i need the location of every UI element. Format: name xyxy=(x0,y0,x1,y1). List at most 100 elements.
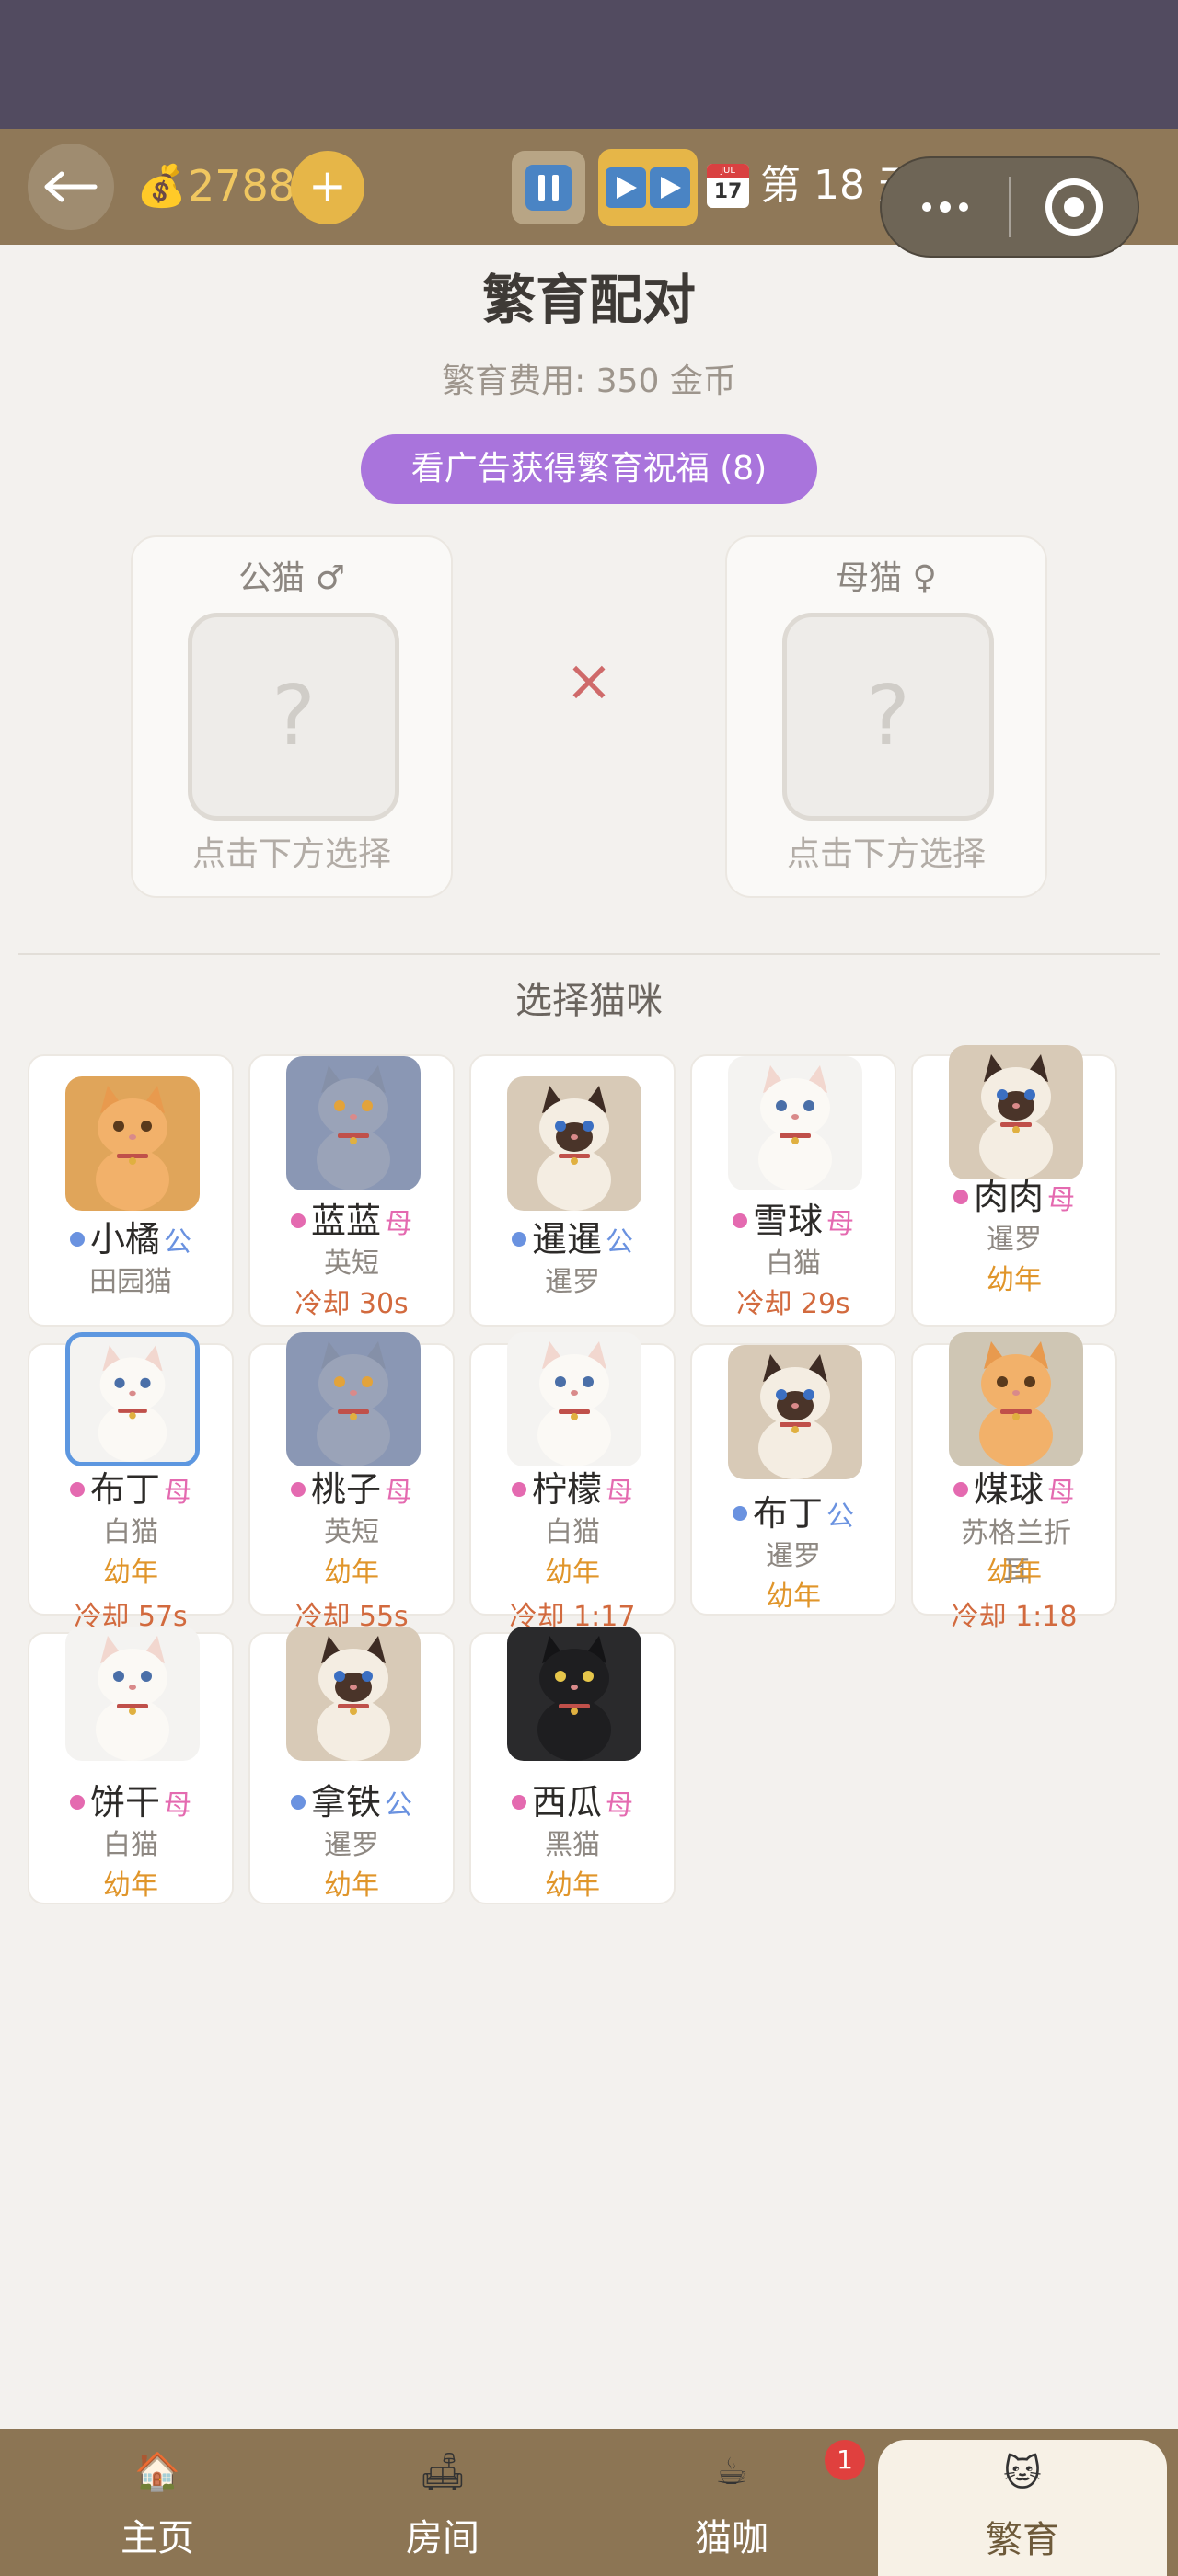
cat-avatar xyxy=(728,1056,862,1190)
cat-card[interactable]: 小橘公田园猫 xyxy=(28,1054,234,1327)
nav-item-cafe[interactable]: ☕ 猫咖 xyxy=(626,2429,837,2576)
cat-breed: 白猫 xyxy=(103,1829,158,1861)
cat-card[interactable]: 暹暹公暹罗 xyxy=(469,1054,676,1327)
cat-age: 幼年 xyxy=(766,1581,821,1613)
cat-gender: 母 xyxy=(826,1208,854,1240)
female-slot[interactable]: 母猫 ♀ ? 点击下方选择 xyxy=(725,535,1047,898)
room-icon: 🛋 xyxy=(419,2451,467,2493)
select-cat-title: 选择猫咪 xyxy=(515,980,663,1022)
cat-name: 桃子母 xyxy=(250,1466,453,1516)
nav-item-breeding[interactable]: 🐱 繁育 xyxy=(878,2440,1167,2576)
cat-age: 幼年 xyxy=(103,1869,158,1902)
cat-breed: 暹罗 xyxy=(324,1829,379,1861)
breeding-icon: 🐱 xyxy=(1003,2453,1042,2495)
male-slot[interactable]: 公猫 ♂ ? 点击下方选择 xyxy=(131,535,453,898)
nav-label: 猫咖 xyxy=(695,2517,768,2559)
cat-card[interactable]: 西瓜母黑猫 幼年 xyxy=(469,1627,676,1904)
nav-label: 房间 xyxy=(406,2517,479,2559)
cat-avatar xyxy=(286,1627,421,1761)
cat-name: 拿铁公 xyxy=(250,1779,453,1829)
cat-name: 肉肉母 xyxy=(913,1174,1115,1224)
money-bag-icon: 💰 xyxy=(136,163,187,210)
cat-avatar xyxy=(65,1332,200,1466)
cafe-icon: ☕ xyxy=(715,2451,748,2493)
cat-avatar xyxy=(65,1076,200,1211)
cat-name: 煤球母 xyxy=(913,1466,1115,1516)
cat-card[interactable]: 肉肉母暹罗 幼年 xyxy=(911,1045,1117,1327)
divider xyxy=(18,953,1160,955)
play-icon xyxy=(606,167,646,208)
cat-gender: 母 xyxy=(606,1789,633,1822)
close-miniprogram-button[interactable] xyxy=(1011,178,1138,236)
cat-card[interactable]: 布丁母白猫 幼年 冷却 57s xyxy=(28,1332,234,1633)
page-title: 繁育配对 xyxy=(481,269,696,331)
male-slot-label: 公猫 ♂ xyxy=(238,559,345,597)
back-button[interactable] xyxy=(28,144,114,230)
cat-name: 蓝蓝母 xyxy=(250,1198,453,1248)
cat-breed: 白猫 xyxy=(766,1248,821,1280)
more-menu-button[interactable] xyxy=(882,201,1009,213)
cat-age: 幼年 xyxy=(324,1869,379,1902)
coin-count: 2788 xyxy=(188,161,296,211)
cat-gender: 母 xyxy=(1047,1477,1075,1509)
cat-age: 幼年 xyxy=(545,1557,600,1589)
add-coins-button[interactable]: + xyxy=(291,151,364,224)
female-slot-label: 母猫 ♀ xyxy=(836,559,937,597)
cat-breed: 英短 xyxy=(324,1248,379,1280)
watch-ad-button[interactable]: 看广告获得繁育祝福 (8) xyxy=(361,434,817,504)
breeding-fee: 繁育费用: 350 金币 xyxy=(442,362,736,400)
cat-avatar xyxy=(65,1627,200,1761)
cat-gender: 公 xyxy=(164,1226,191,1259)
cat-name: 暹暹公 xyxy=(471,1216,674,1266)
cat-gender: 母 xyxy=(164,1477,191,1509)
cat-breed: 暹罗 xyxy=(987,1224,1042,1256)
cat-breed: 英短 xyxy=(324,1516,379,1548)
cat-breed: 白猫 xyxy=(103,1516,158,1548)
cat-avatar xyxy=(286,1056,421,1190)
top-bar: 💰 2788 + JUL 17 第 18 天 xyxy=(0,129,1178,258)
cat-age: 幼年 xyxy=(103,1557,158,1589)
cat-card[interactable]: 饼干母白猫 幼年 xyxy=(28,1627,234,1904)
cat-name: 雪球母 xyxy=(692,1198,895,1248)
fast-forward-button[interactable] xyxy=(598,149,698,226)
cat-avatar xyxy=(507,1627,641,1761)
cat-card[interactable]: 柠檬母白猫 幼年 冷却 1:17 xyxy=(469,1332,676,1633)
cafe-notification-badge: 1 xyxy=(825,2440,865,2480)
cat-name: 布丁母 xyxy=(29,1466,232,1516)
cat-gender: 母 xyxy=(164,1789,191,1822)
cat-age: 幼年 xyxy=(324,1557,379,1589)
nav-label: 繁育 xyxy=(986,2519,1059,2561)
cat-gender: 母 xyxy=(1047,1184,1075,1216)
cat-avatar xyxy=(507,1332,641,1466)
cat-avatar xyxy=(949,1045,1083,1179)
cat-card[interactable]: 蓝蓝母英短冷却 30s xyxy=(248,1054,455,1327)
cat-card[interactable]: 拿铁公暹罗 幼年 xyxy=(248,1627,455,1904)
cat-card[interactable]: 桃子母英短 幼年 冷却 55s xyxy=(248,1332,455,1633)
status-bar xyxy=(0,0,1178,129)
cat-cooldown: 冷却 30s xyxy=(294,1288,409,1320)
cat-card[interactable]: 雪球母白猫 冷却 29s xyxy=(690,1054,896,1327)
nav-item-home[interactable]: 🏠 主页 xyxy=(52,2429,263,2576)
play-icon xyxy=(650,167,690,208)
cat-name: 柠檬母 xyxy=(471,1466,674,1516)
cat-gender: 母 xyxy=(385,1208,412,1240)
back-arrow-icon xyxy=(44,171,98,202)
cat-card[interactable]: 布丁公暹罗 幼年 xyxy=(690,1343,896,1616)
miniprogram-capsule xyxy=(880,156,1139,258)
cross-icon: × xyxy=(565,647,613,714)
cat-card[interactable]: 煤球母苏格兰折耳 幼年 冷却 1:18 xyxy=(911,1332,1117,1633)
cat-name: 西瓜母 xyxy=(471,1779,674,1829)
cat-gender: 公 xyxy=(826,1501,854,1533)
target-icon xyxy=(1045,178,1103,236)
cat-cooldown: 冷却 1:18 xyxy=(951,1601,1078,1633)
nav-item-room[interactable]: 🛋 房间 xyxy=(337,2429,549,2576)
cat-age: 幼年 xyxy=(987,1557,1042,1589)
cat-breed: 暹罗 xyxy=(545,1266,600,1298)
male-slot-hint: 点击下方选择 xyxy=(191,835,391,873)
pause-button[interactable] xyxy=(512,151,585,224)
cat-breed: 白猫 xyxy=(545,1516,600,1548)
male-slot-placeholder: ? xyxy=(188,613,399,821)
cat-name: 布丁公 xyxy=(692,1490,895,1540)
cat-breed: 田园猫 xyxy=(89,1266,172,1298)
cat-avatar xyxy=(728,1345,862,1479)
